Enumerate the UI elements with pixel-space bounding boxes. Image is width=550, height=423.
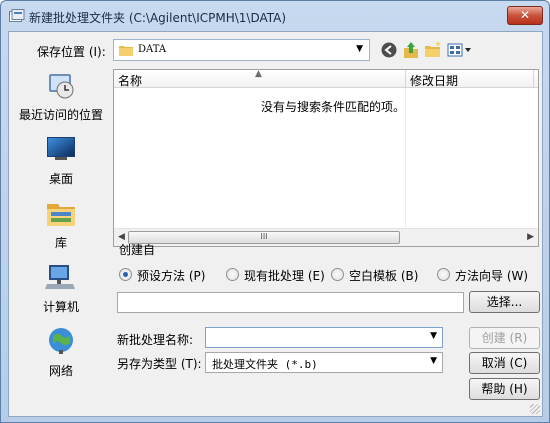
save-type-value: 批处理文件夹 (*.b)	[212, 358, 318, 371]
close-button[interactable]: ✕	[507, 6, 543, 25]
place-label: 库	[54, 236, 67, 250]
lookin-label: 保存位置 (I):	[37, 45, 106, 59]
place-network[interactable]: 网络	[11, 324, 111, 388]
column-divider	[405, 70, 406, 88]
place-label: 桌面	[48, 172, 73, 186]
place-label: 网络	[48, 364, 73, 378]
create-from-label: 创建自	[119, 243, 156, 257]
title-bar[interactable]: 新建批处理文件夹 (C:\Agilent\ICPMH\1\DATA) ✕	[1, 1, 549, 31]
radio-unselected-icon	[331, 268, 344, 281]
sort-ascending-icon: ▲	[255, 69, 262, 79]
help-button[interactable]: 帮助 (H)	[469, 378, 540, 400]
radio-selected-icon	[119, 268, 132, 281]
column-header-name[interactable]: 名称	[118, 72, 142, 89]
places-bar: 最近访问的位置 桌面 库 计算机 网络	[11, 68, 111, 378]
radio-unselected-icon	[226, 268, 239, 281]
save-type-dropdown[interactable]: 批处理文件夹 (*.b) ▼	[205, 352, 443, 373]
place-label: 计算机	[42, 300, 79, 314]
scroll-right-icon[interactable]: ▶	[527, 232, 534, 242]
chevron-down-icon[interactable]: ▼	[430, 356, 437, 366]
resize-grip-icon[interactable]	[530, 404, 540, 414]
radio-unselected-icon	[437, 268, 450, 281]
chevron-down-icon: ▼	[356, 44, 363, 54]
desktop-icon	[47, 137, 75, 160]
place-desktop[interactable]: 桌面	[11, 132, 111, 196]
save-type-label: 另存为类型 (T):	[117, 357, 202, 371]
back-icon[interactable]	[380, 41, 398, 59]
save-dialog-window: 新建批处理文件夹 (C:\Agilent\ICPMH\1\DATA) ✕ 保存位…	[0, 0, 550, 423]
file-list[interactable]: 名称 ▲ 修改日期 没有与搜索条件匹配的项。 ◀ III ▶	[113, 69, 539, 247]
scroll-thumb[interactable]: III	[128, 231, 400, 244]
libraries-icon	[47, 204, 75, 226]
create-button[interactable]: 创建 (R)	[469, 327, 540, 349]
view-menu-icon[interactable]	[447, 41, 473, 59]
network-icon	[49, 328, 73, 354]
window-title: 新建批处理文件夹 (C:\Agilent\ICPMH\1\DATA)	[29, 11, 287, 25]
file-list-header: 名称 ▲ 修改日期	[114, 69, 538, 89]
radio-label: 预设方法 (P)	[137, 269, 206, 283]
cancel-button[interactable]: 取消 (C)	[469, 352, 540, 374]
place-recent[interactable]: 最近访问的位置	[11, 68, 111, 132]
place-computer[interactable]: 计算机	[11, 260, 111, 324]
radio-label: 现有批处理 (E)	[244, 269, 325, 283]
lookin-value: DATA	[138, 44, 167, 55]
column-gridline	[405, 88, 406, 228]
lookin-dropdown[interactable]: DATA ▼	[113, 39, 370, 61]
dialog-body: 保存位置 (I): DATA ▼ 最近访问的位置 桌面 库 计算机 网络 名称 …	[8, 31, 543, 417]
radio-label: 方法向导 (W)	[455, 269, 529, 283]
batch-name-input[interactable]: ▼	[205, 327, 443, 348]
column-header-date[interactable]: 修改日期	[410, 72, 458, 89]
app-icon	[9, 9, 25, 22]
place-label: 最近访问的位置	[18, 108, 103, 122]
radio-label: 空白模板 (B)	[349, 269, 419, 283]
horizontal-scrollbar[interactable]: ◀ III ▶	[114, 228, 538, 246]
computer-icon	[45, 265, 75, 289]
chevron-down-icon[interactable]: ▼	[430, 331, 437, 341]
empty-list-message: 没有与搜索条件匹配的项。	[261, 100, 406, 114]
batch-name-label: 新批处理名称:	[117, 333, 194, 347]
column-divider	[533, 70, 534, 88]
recent-places-icon	[49, 74, 74, 99]
up-folder-icon[interactable]	[402, 41, 420, 59]
place-libraries[interactable]: 库	[11, 196, 111, 260]
browse-button[interactable]: 选择...	[469, 291, 540, 313]
folder-icon	[119, 46, 133, 56]
new-folder-icon[interactable]	[424, 41, 442, 59]
source-path-input[interactable]	[117, 292, 464, 313]
